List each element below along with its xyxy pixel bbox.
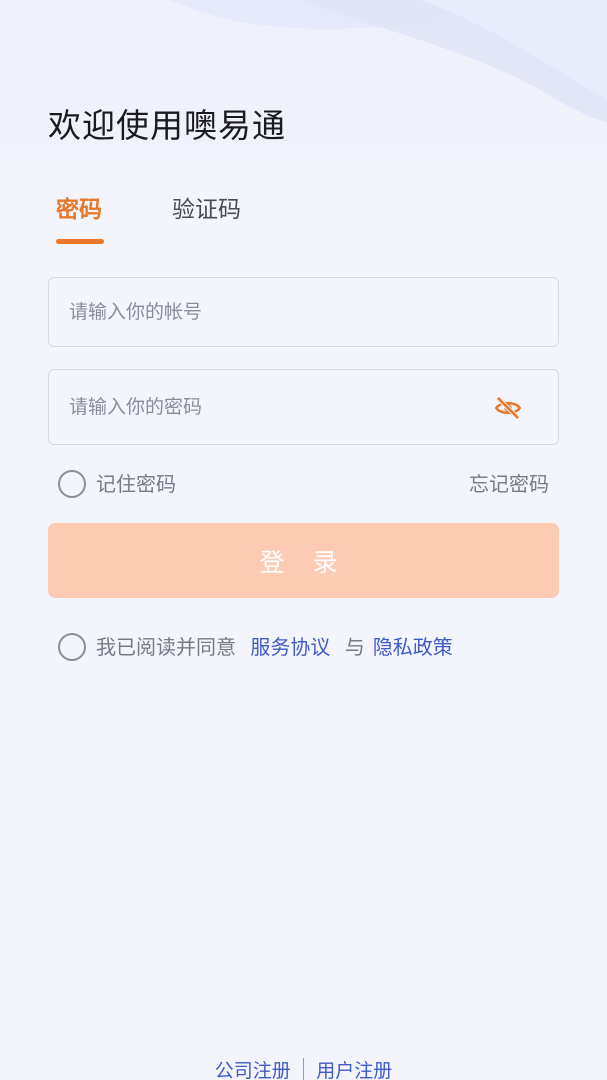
agreement-text: 我已阅读并同意 服务协议 与隐私政策 — [96, 633, 453, 661]
eye-off-icon[interactable] — [494, 394, 522, 422]
password-input[interactable] — [49, 370, 558, 444]
user-register-link[interactable]: 用户注册 — [316, 1060, 392, 1080]
page-title: 欢迎使用噢易通 — [48, 106, 286, 145]
login-button[interactable]: 登 录 — [48, 523, 559, 598]
tab-password[interactable]: 密码 — [56, 192, 102, 228]
agreement-prefix: 我已阅读并同意 — [96, 635, 236, 659]
remember-password-label: 记住密码 — [96, 472, 176, 496]
account-input[interactable] — [49, 278, 558, 346]
tab-verification-code[interactable]: 验证码 — [172, 192, 241, 228]
footer-divider — [302, 1058, 305, 1080]
remember-password-radio[interactable] — [58, 470, 86, 498]
account-field[interactable] — [48, 277, 559, 347]
forgot-password-link[interactable]: 忘记密码 — [469, 470, 549, 498]
company-register-link[interactable]: 公司注册 — [215, 1060, 291, 1080]
service-agreement-link[interactable]: 服务协议 — [250, 635, 330, 659]
agreement-conjunction: 与 — [344, 635, 365, 659]
privacy-policy-link[interactable]: 隐私政策 — [373, 635, 453, 659]
agreement-radio[interactable] — [58, 633, 86, 661]
active-tab-indicator — [56, 239, 104, 244]
footer-links: 公司注册 用户注册 — [0, 1058, 607, 1080]
login-page: 欢迎使用噢易通 密码 验证码 记住密码 忘记密码 登 录 我已阅读并同意 服务协… — [0, 0, 607, 1080]
password-field[interactable] — [48, 369, 559, 445]
